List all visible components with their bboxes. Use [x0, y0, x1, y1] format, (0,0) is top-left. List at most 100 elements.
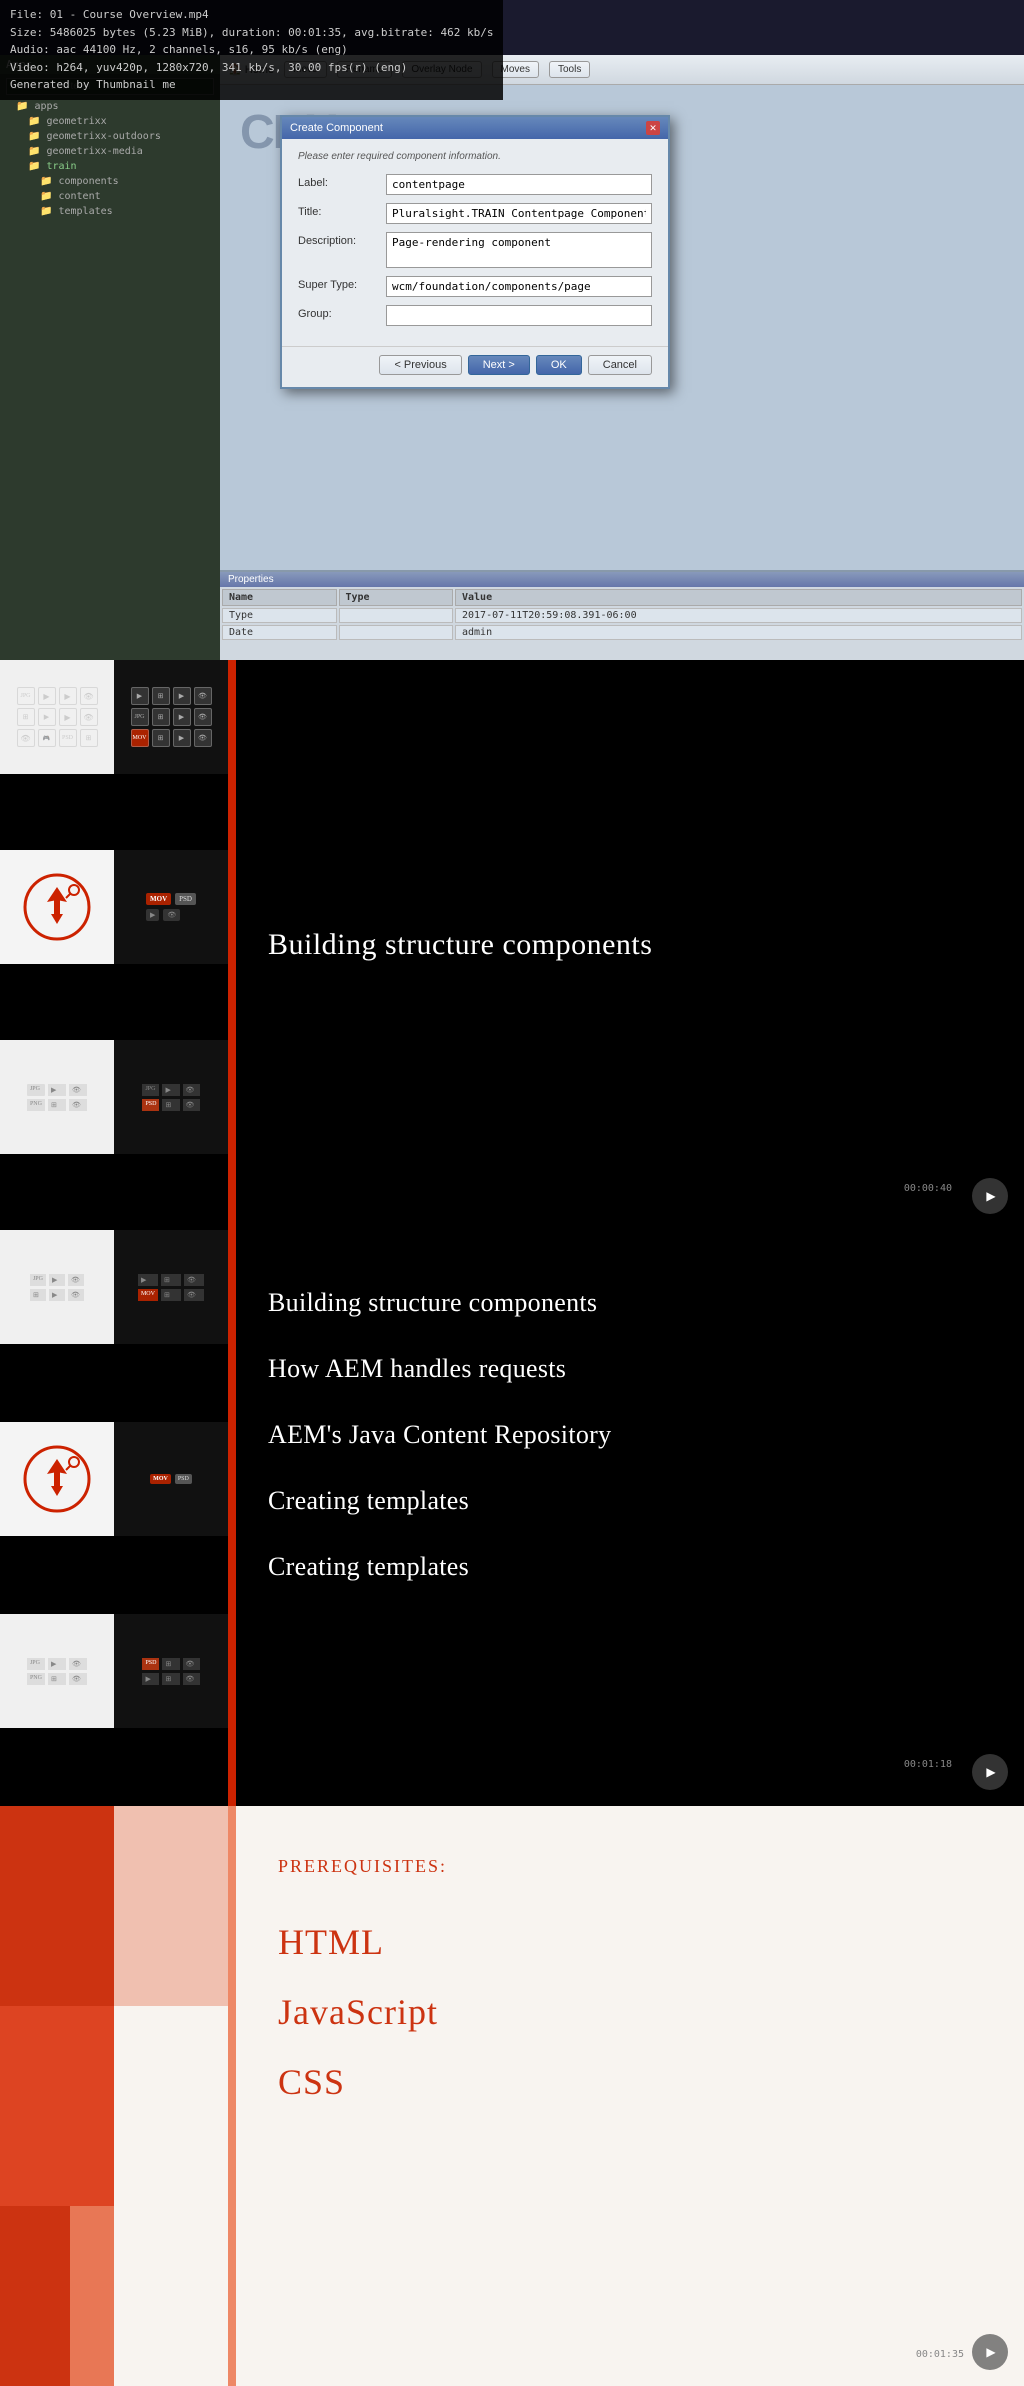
b4: ⊞ [30, 1289, 46, 1301]
mini-icon: ▶ [38, 708, 56, 726]
dialog-field-description: Description: Page-rendering component [298, 232, 652, 268]
b6: 👁 [68, 1289, 84, 1301]
props-col-value: Value [455, 589, 1022, 606]
icon-cell-tr: ▶ ⊞ ▶ 👁 JPG ⊞ ▶ 👁 MOV ⊞ ▶ 👁 [114, 660, 228, 774]
dialog-next-button[interactable]: Next > [468, 355, 530, 375]
time-label-2: 00:01:18 [904, 1759, 952, 1770]
mini-icon: ⊞ [152, 708, 170, 726]
crx-tools-btn[interactable]: Tools [549, 61, 590, 78]
props-col-type: Type [339, 589, 454, 606]
mini-icon: ▶ [59, 708, 77, 726]
play-button-2[interactable] [972, 1754, 1008, 1790]
dialog-ok-button[interactable]: OK [536, 355, 582, 375]
dialog-input-title[interactable] [386, 203, 652, 224]
deco-red-2 [0, 2006, 114, 2206]
meta-video: Video: h264, yuv420p, 1280x720, 341 kb/s… [10, 59, 493, 77]
deco-red-1 [0, 1806, 114, 2006]
f1: PSD [142, 1658, 159, 1670]
properties-table: Name Type Value Type 2017-07-11T20:59:08… [220, 587, 1024, 642]
tree-item-components[interactable]: 📁 components [0, 174, 220, 189]
e3: 👁 [69, 1658, 87, 1670]
play-button-1[interactable] [972, 1178, 1008, 1214]
icon-cell-2-tr: ▶ ⊞ 👁 MOV ⊞ 👁 [114, 1230, 228, 1344]
play-button-3[interactable] [972, 2334, 1008, 2370]
dialog-input-supertype[interactable] [386, 276, 652, 297]
badge-play2: ▶ [48, 1084, 66, 1096]
deco-pink-1 [114, 1806, 228, 2006]
icon-cell-2-br: PSD ⊞ 👁 ▶ ⊞ 👁 [114, 1614, 228, 1728]
badge-psd2: PSD [142, 1099, 159, 1111]
icon-cell-br: JPG ▶ 👁 PSD ⊞ 👁 [114, 1040, 228, 1154]
c5: ⊞ [161, 1289, 181, 1301]
c1: ▶ [138, 1274, 158, 1286]
prereqs-content: PREREQUISITES: HTML JavaScript CSS [228, 1806, 1024, 2386]
deco-red-3 [0, 2206, 70, 2386]
props-cell-type-2 [339, 625, 454, 640]
tree-item-geometrixx[interactable]: 📁 geometrixx [0, 114, 220, 129]
b2: ▶ [49, 1274, 65, 1286]
dialog-prev-button[interactable]: < Previous [379, 355, 461, 375]
mini-icon: JPG [17, 687, 35, 705]
e2: ▶ [48, 1658, 66, 1670]
b5: ▶ [49, 1289, 65, 1301]
mini-icon: ⊞ [152, 687, 170, 705]
dialog-field-label: Label: [298, 174, 652, 195]
mini-icon: MOV [131, 729, 149, 747]
e4: PNG [27, 1673, 45, 1685]
meta-file: File: 01 - Course Overview.mp4 [10, 6, 493, 24]
mini-icon: 👁 [194, 729, 212, 747]
mini-icon: 🎮 [38, 729, 56, 747]
d2: PSD [175, 1474, 192, 1484]
play-overlay-2[interactable]: 00:01:18 [972, 1754, 1008, 1790]
f6: 👁 [183, 1673, 200, 1685]
tree-item-content[interactable]: 📁 content [0, 189, 220, 204]
badge-eye3: 👁 [69, 1099, 87, 1111]
props-cell-value-2: admin [455, 625, 1022, 640]
dialog-field-title: Title: [298, 203, 652, 224]
tree-item-templates[interactable]: 📁 templates [0, 204, 220, 219]
badge-eye5: 👁 [183, 1099, 200, 1111]
prereq-css: CSS [278, 2047, 974, 2117]
left-icon-panel: JPG ▶ ▶ 👁 ⊞ ▶ ▶ 👁 👁 🎮 PSD ⊞ ▶ ⊞ ▶ 👁 JP [0, 660, 228, 1230]
properties-title: Properties [220, 572, 1024, 587]
tree-item-geometrixx-outdoors[interactable]: 📁 geometrixx-outdoors [0, 129, 220, 144]
label-field-title: Title: [298, 203, 378, 218]
badge-psd: PSD [175, 893, 196, 905]
prerequisites-label: PREREQUISITES: [278, 1856, 974, 1877]
dialog-input-label[interactable] [386, 174, 652, 195]
badge-mov: MOV [146, 893, 171, 905]
mini-icon: 👁 [194, 687, 212, 705]
overview-content: Building structure components How AEM ha… [228, 1230, 1024, 1806]
dialog-input-group[interactable] [386, 305, 652, 326]
props-cell-name-1: Type [222, 608, 337, 623]
dialog-input-description[interactable]: Page-rendering component [386, 232, 652, 268]
b3: 👁 [68, 1274, 84, 1286]
left-icon-panel-2: JPG ▶ 👁 ⊞ ▶ 👁 ▶ ⊞ 👁 MOV ⊞ 👁 [0, 1230, 228, 1806]
play-overlay-3[interactable]: 00:01:35 [972, 2334, 1008, 2370]
icon-cell-2-bl: JPG ▶ 👁 PNG ⊞ 👁 [0, 1614, 114, 1728]
mini-icon: ▶ [59, 687, 77, 705]
mini-icon: 👁 [80, 708, 98, 726]
props-cell-value-1: 2017-07-11T20:59:08.391-06:00 [455, 608, 1022, 623]
dialog-cancel-button[interactable]: Cancel [588, 355, 652, 375]
section-course-overview: JPG ▶ 👁 ⊞ ▶ 👁 ▶ ⊞ 👁 MOV ⊞ 👁 [0, 1230, 1024, 1806]
badge-grid2: ⊞ [162, 1099, 179, 1111]
overview-item-4: Creating templates [268, 1468, 984, 1534]
time-label-3: 00:01:35 [916, 2349, 964, 2360]
tree-item-geometrixx-media[interactable]: 📁 geometrixx-media [0, 144, 220, 159]
dialog-close-button[interactable]: ✕ [646, 121, 660, 135]
dialog-field-supertype: Super Type: [298, 276, 652, 297]
dialog-body: Please enter required component informat… [282, 139, 668, 346]
c6: 👁 [184, 1289, 204, 1301]
dialog-field-group: Group: [298, 305, 652, 326]
tree-item-apps[interactable]: 📁 apps [0, 99, 220, 114]
f2: ⊞ [162, 1658, 179, 1670]
mini-icon: ⊞ [17, 708, 35, 726]
deco-white-2 [114, 2206, 228, 2386]
section-video-thumbnail: File: 01 - Course Overview.mp4 Size: 548… [0, 0, 1024, 660]
tree-item-train[interactable]: 📁 train [0, 159, 220, 174]
e1: JPG [27, 1658, 45, 1670]
dialog-instruction: Please enter required component informat… [298, 151, 652, 162]
video-metadata: File: 01 - Course Overview.mp4 Size: 548… [0, 0, 503, 100]
play-overlay-1[interactable]: 00:00:40 [972, 1178, 1008, 1214]
